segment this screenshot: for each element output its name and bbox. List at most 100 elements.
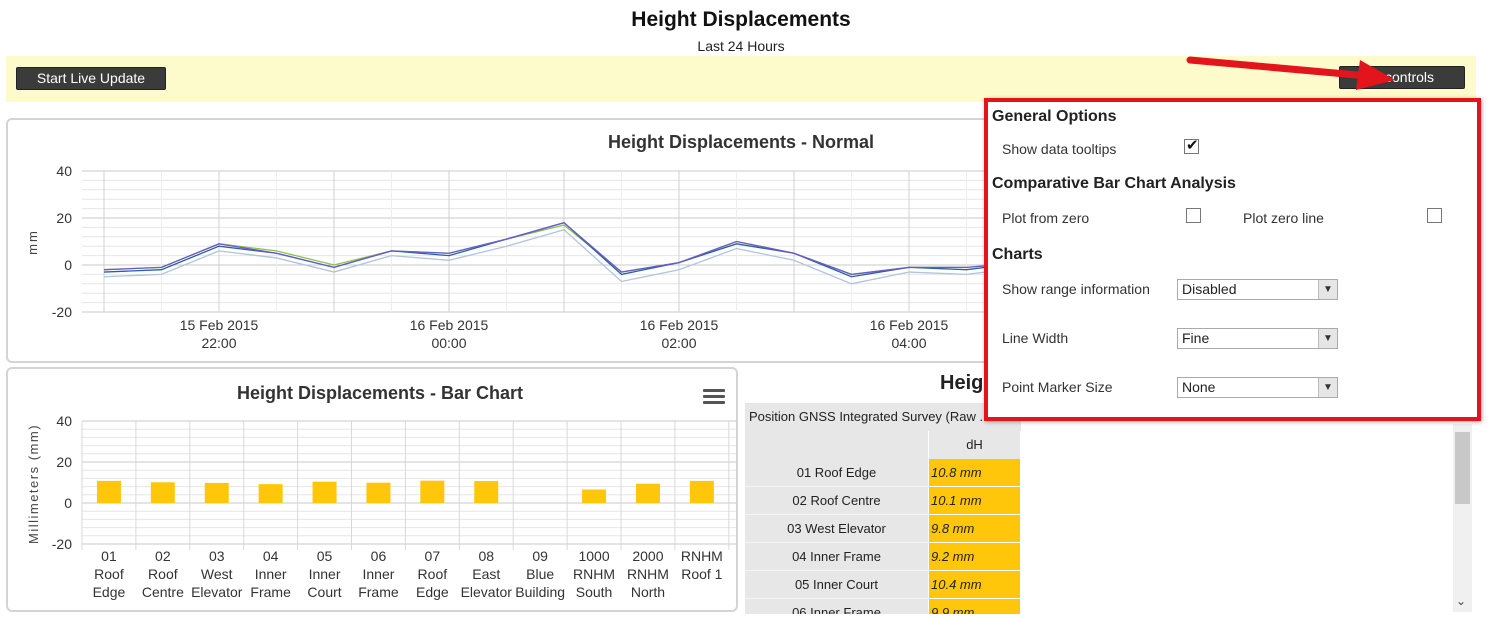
table-row-value: 10.4 mm xyxy=(929,571,1020,599)
dh-column-header: dH xyxy=(929,431,1020,459)
page-title: Height Displacements xyxy=(631,8,851,31)
bar-xtick-label: RNHM xyxy=(681,548,723,564)
start-live-update-button[interactable]: Start Live Update xyxy=(16,67,166,90)
table-row: 01 Roof Edge 10.8 mm xyxy=(745,459,1020,487)
bar-chart-x-labels: 01 Roof Edge 02 Roof Centre 03 West Elevator 04 In… xyxy=(93,548,723,600)
line-chart-x-ticks: 15 Feb 2015 22:00 16 Feb 2015 00:00 16 Feb 2… xyxy=(180,317,949,351)
bar-ytick-label: 40 xyxy=(56,413,72,429)
bar-xtick-label: Inner xyxy=(362,566,394,582)
bar-xtick-label: 08 xyxy=(478,548,494,564)
line-xtick-date: 16 Feb 2015 xyxy=(640,317,719,333)
bar-xtick-label: 02 xyxy=(155,548,171,564)
scroll-down-icon[interactable]: ⌄ xyxy=(1456,594,1466,608)
comparative-heading: Comparative Bar Chart Analysis xyxy=(992,175,1236,192)
table-row-value: 9.8 mm xyxy=(929,515,1020,543)
table-row: 06 Inner Frame 9.9 mm xyxy=(745,599,1020,614)
line-series xyxy=(103,224,1014,276)
chevron-down-icon[interactable]: ▼ xyxy=(1318,378,1337,397)
range-info-label: Show range information xyxy=(1002,281,1150,297)
bar-ytick-label: -20 xyxy=(52,536,72,552)
line-width-label: Line Width xyxy=(1002,330,1069,346)
bar xyxy=(474,481,499,503)
line-chart-y-ticks: 40 20 0 -20 xyxy=(52,163,72,320)
scrollbar-thumb[interactable] xyxy=(1455,432,1470,504)
bar-xtick-label: Roof 1 xyxy=(681,566,722,582)
bar-xtick-label: 03 xyxy=(209,548,225,564)
bar-xtick-label: Roof xyxy=(94,566,124,582)
bar xyxy=(366,482,391,503)
plot-zero-line-checkbox[interactable] xyxy=(1427,208,1442,223)
chevron-down-icon[interactable]: ▼ xyxy=(1318,329,1337,348)
bar-ytick-label: 20 xyxy=(56,454,72,470)
line-width-value: Fine xyxy=(1182,330,1210,346)
bar-xtick-label: 1000 xyxy=(578,548,609,564)
line-ytick-label: 40 xyxy=(56,163,72,179)
line-ytick-label: -20 xyxy=(52,304,72,320)
bar-chart-ylabel: Millimeters (mm) xyxy=(26,424,41,544)
table-row-name: 04 Inner Frame xyxy=(745,543,928,571)
line-xtick-time: 02:00 xyxy=(661,335,696,351)
chevron-down-icon[interactable]: ▼ xyxy=(1318,280,1337,299)
bar xyxy=(689,480,714,503)
line-chart: 40 20 0 -20 mm 15 Feb 2015 22:00 16 Feb 20… xyxy=(25,163,1014,351)
bar xyxy=(258,484,283,503)
bar-xtick-label: East xyxy=(472,566,500,582)
table-scrollbar[interactable]: ⌄ xyxy=(1453,424,1472,612)
line-xtick-date: 16 Feb 2015 xyxy=(410,317,489,333)
table-row: 03 West Elevator 9.8 mm xyxy=(745,515,1020,543)
plot-from-zero-checkbox[interactable] xyxy=(1186,208,1201,223)
bar-xtick-label: 09 xyxy=(532,548,548,564)
table-row-value: 10.1 mm xyxy=(929,487,1020,515)
bar xyxy=(582,489,607,503)
bar-xtick-label: South xyxy=(576,584,613,600)
show-tooltips-checkbox[interactable]: ✔ xyxy=(1184,137,1199,154)
bar-ytick-label: 0 xyxy=(64,495,72,511)
line-chart-panel: Height Displacements - Normal 40 20 0 -2… xyxy=(6,118,1016,363)
table-corner-cell xyxy=(745,431,928,459)
bar-xtick-label: Inner xyxy=(255,566,287,582)
line-xtick-time: 22:00 xyxy=(201,335,236,351)
line-xtick-time: 04:00 xyxy=(891,335,926,351)
bar-xtick-label: Edge xyxy=(416,584,449,600)
line-ytick-label: 20 xyxy=(56,210,72,226)
table-title: Heig xyxy=(940,372,984,394)
line-series xyxy=(103,229,1014,285)
table-row: 05 Inner Court 10.4 mm xyxy=(745,571,1020,599)
show-tooltips-label: Show data tooltips xyxy=(1002,141,1117,157)
bar-xtick-label: Frame xyxy=(358,584,399,600)
bar-xtick-label: Roof xyxy=(148,566,178,582)
bar-xtick-label: North xyxy=(631,584,665,600)
general-options-heading: General Options xyxy=(992,108,1117,125)
charts-heading: Charts xyxy=(992,246,1043,263)
bar-xtick-label: Court xyxy=(307,584,341,600)
bar-chart: 40 20 0 -20 Millimeters (mm) 01RoofEdge0… xyxy=(26,413,736,600)
plot-from-zero-label: Plot from zero xyxy=(1002,210,1090,226)
bar-xtick-label: Roof xyxy=(418,566,448,582)
range-info-select[interactable]: Disabled ▼ xyxy=(1177,279,1338,300)
bar xyxy=(96,480,121,503)
bar-xtick-label: West xyxy=(201,566,233,582)
survey-header: Position GNSS Integrated Survey (Raw ... xyxy=(745,403,1021,431)
table-row: 04 Inner Frame 9.2 mm xyxy=(745,543,1020,571)
bar-xtick-label: Elevator xyxy=(191,584,243,600)
table-row-value: 10.8 mm xyxy=(929,459,1020,487)
bar xyxy=(150,482,175,503)
bar-xtick-label: 07 xyxy=(425,548,441,564)
table-row-name: 06 Inner Frame xyxy=(745,599,928,614)
bar-xtick-label: Elevator xyxy=(461,584,513,600)
table-row-name: 05 Inner Court xyxy=(745,571,928,599)
line-xtick-date: 15 Feb 2015 xyxy=(180,317,259,333)
bar xyxy=(204,482,229,503)
bar-xtick-label: Building xyxy=(515,584,565,600)
bar-xtick-label: 04 xyxy=(263,548,279,564)
line-chart-ylabel: mm xyxy=(25,229,40,255)
table-row-name: 01 Roof Edge xyxy=(745,459,928,487)
line-chart-grid xyxy=(82,170,1014,313)
line-width-select[interactable]: Fine ▼ xyxy=(1177,328,1338,349)
bar-xtick-label: Frame xyxy=(250,584,291,600)
table-row-value: 9.9 mm xyxy=(929,599,1020,614)
line-ytick-label: 0 xyxy=(64,257,72,273)
marker-size-select[interactable]: None ▼ xyxy=(1177,377,1338,398)
annotation-arrow-icon xyxy=(1186,56,1395,90)
bar-xtick-label: Blue xyxy=(526,566,554,582)
